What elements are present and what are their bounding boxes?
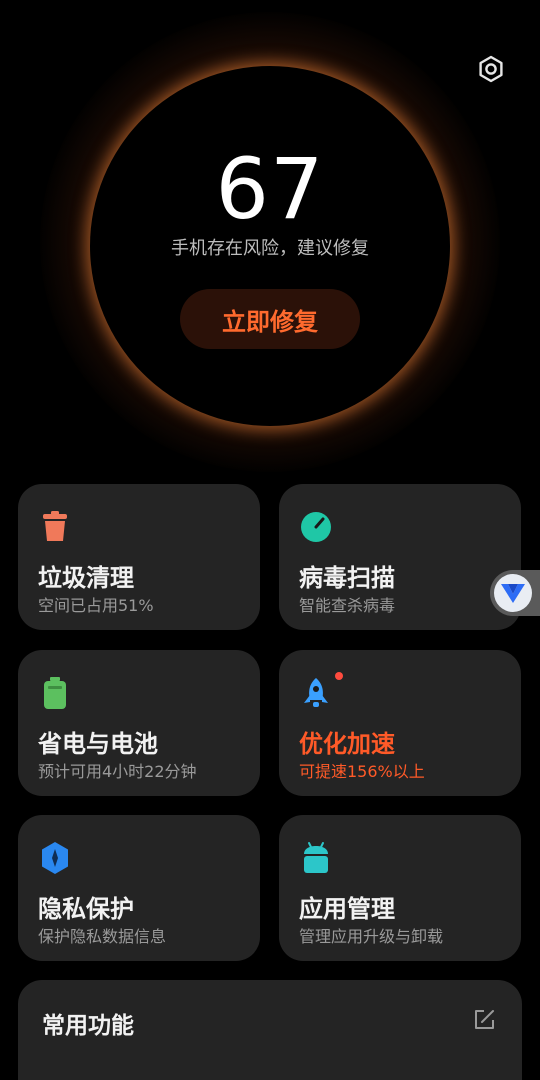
notification-dot bbox=[335, 672, 343, 680]
rocket-icon bbox=[304, 678, 328, 707]
card-virus-scan[interactable]: 病毒扫描 智能查杀病毒 bbox=[279, 484, 521, 630]
common-functions-label: 常用功能 bbox=[42, 1013, 134, 1039]
repair-now-button[interactable]: 立即修复 bbox=[180, 289, 360, 349]
gear-icon bbox=[479, 55, 503, 83]
shield-icon bbox=[42, 842, 68, 874]
edit-icon[interactable] bbox=[472, 1008, 496, 1032]
v-logo-icon bbox=[501, 584, 525, 603]
card-subtitle: 管理应用升级与卸载 bbox=[299, 927, 444, 946]
card-junk-cleanup[interactable]: 垃圾清理 空间已占用51% bbox=[18, 484, 260, 630]
card-app-management[interactable]: 应用管理 管理应用升级与卸载 bbox=[279, 815, 521, 961]
card-title: 省电与电池 bbox=[38, 730, 158, 758]
card-subtitle: 预计可用4小时22分钟 bbox=[38, 762, 197, 781]
floating-assistant-badge[interactable] bbox=[490, 570, 540, 616]
card-speed-up[interactable]: 优化加速 可提速156%以上 bbox=[279, 650, 521, 796]
floating-badge-inner bbox=[494, 574, 532, 612]
card-subtitle: 保护隐私数据信息 bbox=[38, 927, 167, 946]
settings-button[interactable] bbox=[474, 52, 508, 86]
common-functions-panel: 常用功能 bbox=[18, 980, 522, 1080]
android-icon bbox=[304, 842, 328, 873]
risk-status-text: 手机存在风险，建议修复 bbox=[171, 238, 369, 259]
card-battery[interactable]: 省电与电池 预计可用4小时22分钟 bbox=[18, 650, 260, 796]
score-value: 67 bbox=[215, 140, 325, 238]
card-subtitle: 空间已占用51% bbox=[38, 596, 154, 615]
card-title: 优化加速 bbox=[299, 730, 395, 758]
card-title: 隐私保护 bbox=[38, 895, 134, 923]
card-title: 病毒扫描 bbox=[299, 564, 395, 592]
gauge-icon bbox=[301, 512, 331, 542]
card-title: 垃圾清理 bbox=[38, 564, 134, 592]
card-title: 应用管理 bbox=[299, 895, 395, 923]
card-subtitle: 可提速156%以上 bbox=[299, 762, 425, 781]
battery-icon bbox=[44, 677, 66, 709]
card-subtitle: 智能查杀病毒 bbox=[299, 596, 396, 615]
card-privacy-protection[interactable]: 隐私保护 保护隐私数据信息 bbox=[18, 815, 260, 961]
trash-icon bbox=[43, 511, 67, 541]
